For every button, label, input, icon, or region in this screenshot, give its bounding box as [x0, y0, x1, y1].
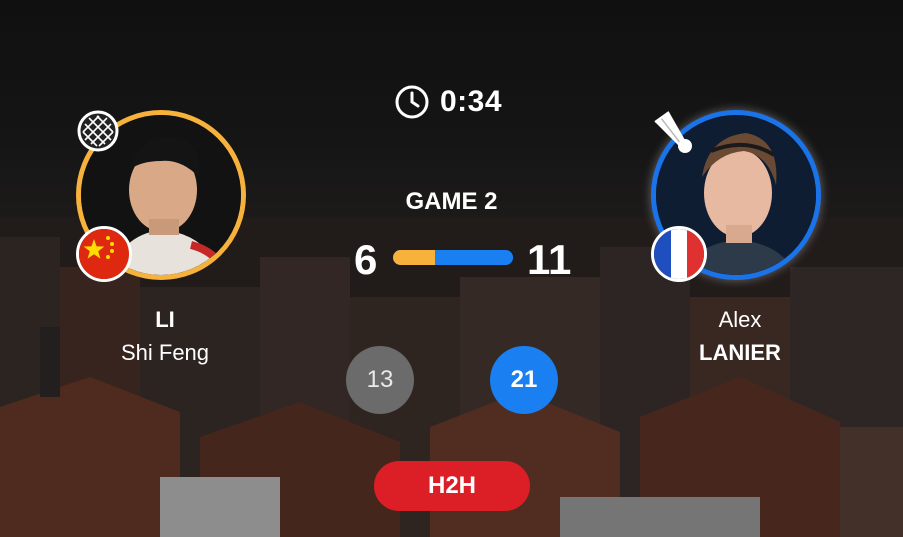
racket-icon: [77, 110, 121, 159]
shuttlecock-icon: [651, 110, 697, 161]
player-left-first-name: Shi Feng: [120, 340, 210, 365]
timer-text: 0:34: [440, 85, 503, 118]
score-left: 6: [354, 236, 378, 283]
total-left-badge: 13: [346, 346, 414, 414]
match-timer: 0:34: [394, 84, 502, 120]
france-flag-icon: [651, 226, 707, 282]
player-left-last-name: LI: [155, 307, 175, 332]
total-right-badge: 21: [490, 346, 558, 414]
score-right: 11: [527, 236, 572, 283]
h2h-button[interactable]: H2H: [374, 461, 530, 511]
score-bar-right: [435, 250, 513, 265]
score-bar-left: [393, 250, 435, 265]
score-progress-bar: [393, 250, 513, 265]
player-right-first-name: Alex: [718, 307, 762, 332]
clock-icon: [395, 85, 429, 119]
china-flag-icon: [76, 226, 132, 282]
player-right-last-name: LANIER: [699, 340, 781, 365]
